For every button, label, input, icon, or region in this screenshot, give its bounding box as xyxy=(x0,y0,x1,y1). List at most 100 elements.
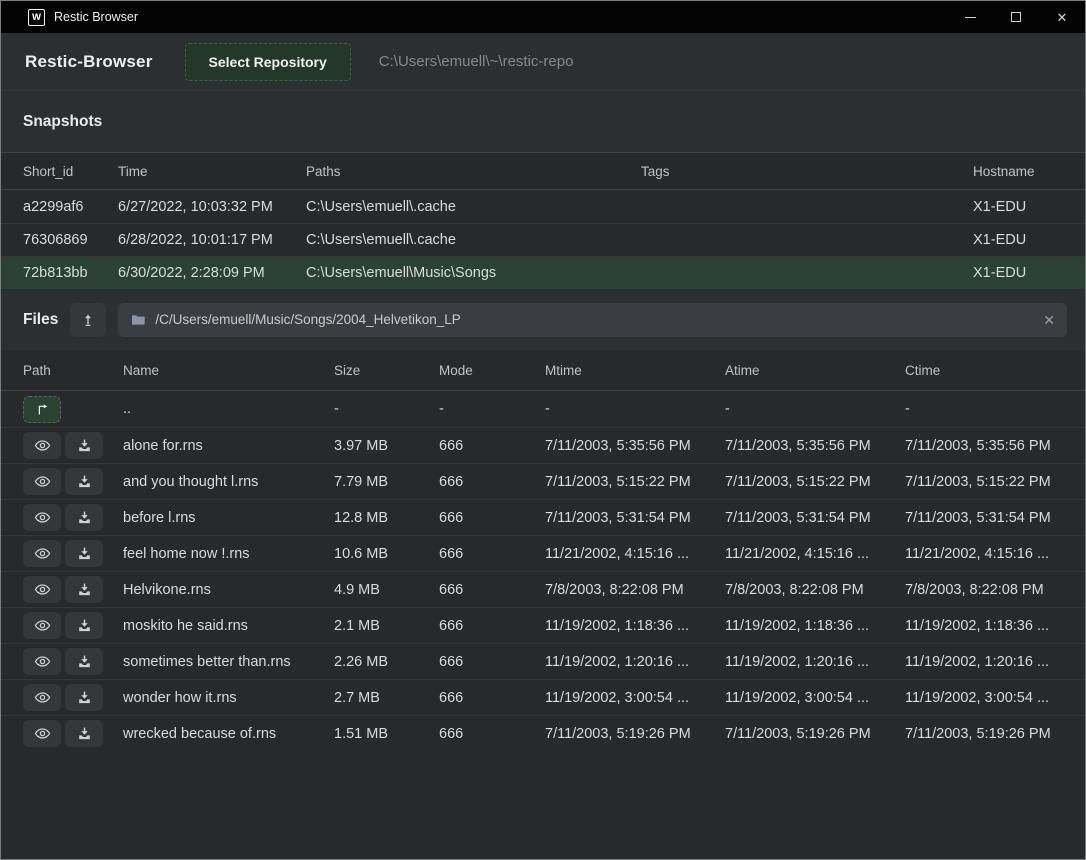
download-file-button[interactable] xyxy=(65,576,103,603)
download-icon xyxy=(77,582,92,597)
file-atime: 11/21/2002, 4:15:16 ... xyxy=(725,546,905,562)
file-mode: 666 xyxy=(439,618,545,634)
download-file-button[interactable] xyxy=(65,432,103,459)
file-name: and you thought l.rns xyxy=(123,474,334,490)
up-directory-button[interactable] xyxy=(70,303,106,337)
files-title: Files xyxy=(23,311,58,329)
file-size: 2.26 MB xyxy=(334,654,439,670)
preview-file-button[interactable] xyxy=(23,432,61,459)
download-file-button[interactable] xyxy=(65,540,103,567)
snapshot-short-id: a2299af6 xyxy=(23,199,118,215)
path-input[interactable]: /C/Users/emuell/Music/Songs/2004_Helveti… xyxy=(118,303,1067,337)
file-row: before l.rns 12.8 MB 666 7/11/2003, 5:31… xyxy=(1,499,1085,535)
file-mtime: 7/11/2003, 5:19:26 PM xyxy=(545,726,725,742)
download-file-button[interactable] xyxy=(65,504,103,531)
file-name: before l.rns xyxy=(123,510,334,526)
eye-icon xyxy=(34,545,51,562)
select-repository-button[interactable]: Select Repository xyxy=(185,43,351,81)
maximize-button[interactable] xyxy=(993,1,1039,33)
col-tags: Tags xyxy=(641,164,973,179)
file-actions xyxy=(23,576,123,603)
snapshot-row-selected[interactable]: 72b813bb 6/30/2022, 2:28:09 PM C:\Users\… xyxy=(1,256,1085,289)
file-atime: 7/11/2003, 5:35:56 PM xyxy=(725,438,905,454)
file-ctime: 11/19/2002, 1:18:36 ... xyxy=(905,618,1071,634)
titlebar-left: W Restic Browser xyxy=(1,9,138,26)
file-row: Helvikone.rns 4.9 MB 666 7/8/2003, 8:22:… xyxy=(1,571,1085,607)
snapshot-time: 6/27/2022, 10:03:32 PM xyxy=(118,199,306,215)
file-size: 12.8 MB xyxy=(334,510,439,526)
file-atime: 11/19/2002, 3:00:54 ... xyxy=(725,690,905,706)
col-mode: Mode xyxy=(439,363,545,378)
download-icon xyxy=(77,510,92,525)
file-atime: - xyxy=(725,401,905,417)
snapshot-paths: C:\Users\emuell\Music\Songs xyxy=(306,265,641,281)
preview-file-button[interactable] xyxy=(23,720,61,747)
file-ctime: 11/21/2002, 4:15:16 ... xyxy=(905,546,1071,562)
preview-file-button[interactable] xyxy=(23,576,61,603)
eye-icon xyxy=(34,581,51,598)
preview-file-button[interactable] xyxy=(23,612,61,639)
maximize-icon xyxy=(1011,12,1021,22)
snapshot-row[interactable]: 76306869 6/28/2022, 10:01:17 PM C:\Users… xyxy=(1,223,1085,256)
snapshot-row[interactable]: a2299af6 6/27/2022, 10:03:32 PM C:\Users… xyxy=(1,190,1085,223)
file-size: 10.6 MB xyxy=(334,546,439,562)
repository-path-input[interactable]: C:\Users\emuell\~\restic-repo xyxy=(379,53,574,70)
preview-file-button[interactable] xyxy=(23,684,61,711)
col-atime: Atime xyxy=(725,363,905,378)
file-actions xyxy=(23,504,123,531)
file-ctime: 7/11/2003, 5:15:22 PM xyxy=(905,474,1071,490)
file-size: 1.51 MB xyxy=(334,726,439,742)
file-actions xyxy=(23,612,123,639)
file-mode: 666 xyxy=(439,510,545,526)
snapshots-table: a2299af6 6/27/2022, 10:03:32 PM C:\Users… xyxy=(1,190,1085,289)
folder-icon xyxy=(130,312,146,328)
preview-file-button[interactable] xyxy=(23,648,61,675)
snapshot-short-id: 72b813bb xyxy=(23,265,118,281)
snapshots-table-header: Short_id Time Paths Tags Hostname xyxy=(1,152,1085,190)
file-ctime: 7/8/2003, 8:22:08 PM xyxy=(905,582,1071,598)
file-mtime: 11/19/2002, 1:18:36 ... xyxy=(545,618,725,634)
file-row: feel home now !.rns 10.6 MB 666 11/21/20… xyxy=(1,535,1085,571)
close-button[interactable]: ✕ xyxy=(1039,1,1085,33)
file-mtime: 11/21/2002, 4:15:16 ... xyxy=(545,546,725,562)
eye-icon xyxy=(34,653,51,670)
download-file-button[interactable] xyxy=(65,612,103,639)
download-icon xyxy=(77,546,92,561)
arrow-up-from-line-icon xyxy=(80,312,96,328)
file-actions xyxy=(23,684,123,711)
snapshots-title: Snapshots xyxy=(23,113,102,131)
file-mode: 666 xyxy=(439,690,545,706)
download-file-button[interactable] xyxy=(65,684,103,711)
file-actions xyxy=(23,648,123,675)
files-table: .. - - - - - alone for.rns 3.97 MB 666 7… xyxy=(1,391,1085,751)
clear-path-icon[interactable]: ✕ xyxy=(1043,313,1055,327)
col-time: Time xyxy=(118,164,306,179)
download-file-button[interactable] xyxy=(65,720,103,747)
parent-directory-row[interactable]: .. - - - - - xyxy=(1,391,1085,427)
file-ctime: 7/11/2003, 5:31:54 PM xyxy=(905,510,1071,526)
file-mtime: - xyxy=(545,401,725,417)
col-name: Name xyxy=(123,363,334,378)
open-parent-directory-button[interactable] xyxy=(23,396,61,423)
file-name: moskito he said.rns xyxy=(123,618,334,634)
snapshot-paths: C:\Users\emuell\.cache xyxy=(306,199,641,215)
file-size: 3.97 MB xyxy=(334,438,439,454)
file-ctime: - xyxy=(905,401,1071,417)
preview-file-button[interactable] xyxy=(23,468,61,495)
file-name: alone for.rns xyxy=(123,438,334,454)
close-icon: ✕ xyxy=(1057,11,1068,24)
window-controls: ✕ xyxy=(947,1,1085,33)
file-name: Helvikone.rns xyxy=(123,582,334,598)
file-name: sometimes better than.rns xyxy=(123,654,334,670)
file-name: wrecked because of.rns xyxy=(123,726,334,742)
file-name: wonder how it.rns xyxy=(123,690,334,706)
file-size: 2.1 MB xyxy=(334,618,439,634)
download-file-button[interactable] xyxy=(65,468,103,495)
file-mtime: 11/19/2002, 3:00:54 ... xyxy=(545,690,725,706)
file-actions xyxy=(23,432,123,459)
col-paths: Paths xyxy=(306,164,641,179)
preview-file-button[interactable] xyxy=(23,504,61,531)
preview-file-button[interactable] xyxy=(23,540,61,567)
download-file-button[interactable] xyxy=(65,648,103,675)
minimize-button[interactable] xyxy=(947,1,993,33)
